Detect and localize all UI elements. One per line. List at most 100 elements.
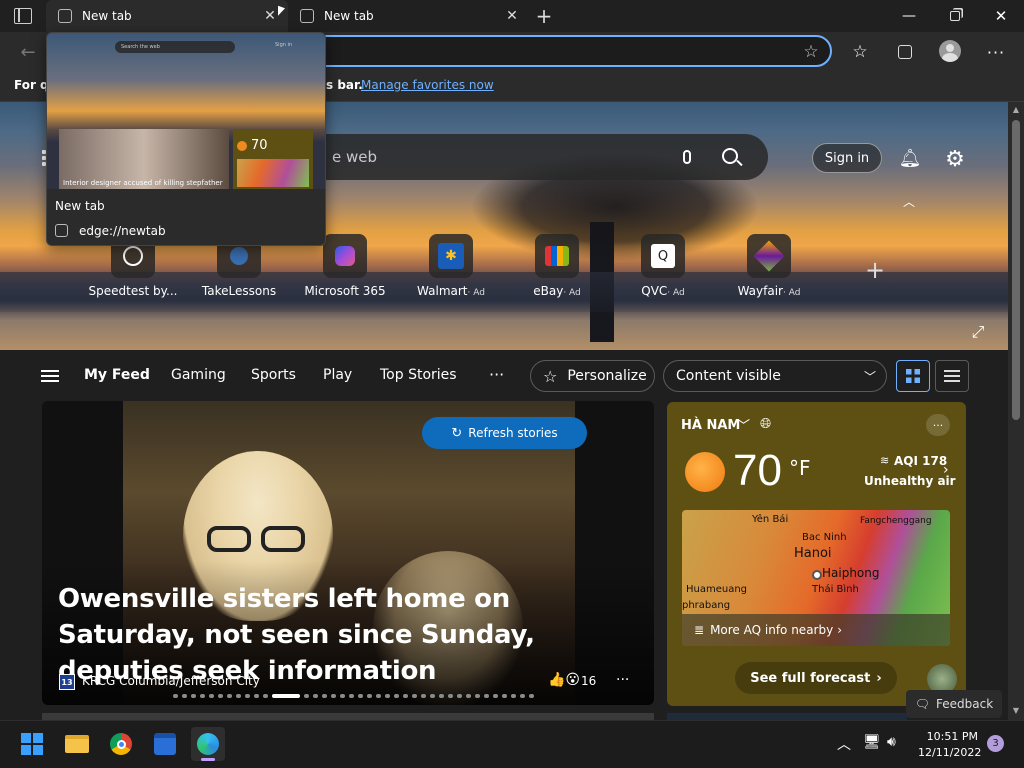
quick-link-qvc[interactable]: Q QVC· Ad [618,234,708,298]
aqi-chevron-right-icon[interactable]: › [943,462,949,478]
content-visibility-dropdown[interactable]: Content visible ﹀ [663,360,887,392]
close-tab-icon[interactable]: ✕ [260,6,280,26]
carousel-dot[interactable] [349,694,354,698]
show-hidden-icons-chevron-icon[interactable]: ︿ [837,734,851,754]
carousel-dot[interactable] [313,694,318,698]
new-tab-plus-icon[interactable]: + [532,4,556,28]
carousel-dot[interactable] [331,694,336,698]
restore-icon[interactable] [944,6,966,26]
carousel-dot[interactable] [209,694,214,698]
notifications-bell-icon[interactable]: 🔔︎ [898,146,922,170]
carousel-dot[interactable] [245,694,250,698]
scroll-down-arrow-icon[interactable]: ▼ [1011,706,1021,715]
weather-card[interactable]: HÀ NAM ﹀ 🌐︎ ··· 70 °F ≋ AQI 178 Unhealth… [667,402,966,706]
carousel-dot[interactable] [403,694,408,698]
carousel-dot[interactable] [484,694,489,698]
globe-icon[interactable]: 🌐︎ [760,416,771,432]
carousel-dot[interactable] [475,694,480,698]
carousel-dot[interactable] [502,694,507,698]
carousel-dot[interactable] [376,694,381,698]
carousel-dots[interactable] [173,694,534,698]
scroll-up-arrow-icon[interactable]: ▲ [1011,105,1021,114]
personalize-button[interactable]: ☆ Personalize [530,360,655,392]
top-story-card[interactable]: ↻ Refresh stories Owensville sisters lef… [42,401,654,705]
search-icon[interactable] [722,148,743,167]
feed-tab-my-feed[interactable]: My Feed [84,367,150,383]
carousel-dot[interactable] [322,694,327,698]
web-search-box[interactable]: e web [300,134,768,180]
carousel-dot[interactable] [191,694,196,698]
carousel-dot[interactable] [272,694,300,698]
clock-date[interactable]: 12/11/2022 [918,746,981,759]
carousel-dot[interactable] [358,694,363,698]
carousel-dot[interactable] [182,694,187,698]
grid-layout-icon[interactable] [896,360,930,392]
feed-tab-play[interactable]: Play [323,367,352,383]
carousel-dot[interactable] [218,694,223,698]
story-source[interactable]: KRCG Columbia/Jefferson City [82,674,260,688]
carousel-dot[interactable] [529,694,534,698]
location-chevron-down-icon[interactable]: ﹀ [737,415,750,434]
weather-more-icon[interactable]: ··· [926,414,950,436]
tab-new-tab-2[interactable]: New tab ✕ [288,0,530,32]
profile-avatar[interactable] [939,40,961,62]
carousel-dot[interactable] [200,694,205,698]
carousel-dot[interactable] [236,694,241,698]
tab-actions-icon[interactable] [14,8,32,24]
feed-tab-top-stories[interactable]: Top Stories [380,367,457,383]
add-favorite-star-icon[interactable]: ☆ [800,41,822,63]
notification-badge[interactable]: 3 [987,735,1004,752]
aqi-map[interactable]: Yên Bái Fangchenggang Bac Ninh Hanoi Hai… [682,510,950,646]
carousel-dot[interactable] [448,694,453,698]
carousel-dot[interactable] [367,694,372,698]
favorites-icon[interactable]: ☆ [848,40,872,64]
carousel-dot[interactable] [254,694,259,698]
quick-link-walmart[interactable]: ✱ Walmart· Ad [406,234,496,298]
page-settings-gear-icon[interactable]: ⚙ [942,146,968,172]
scroll-thumb[interactable] [1012,120,1020,420]
back-arrow-icon[interactable]: ← [16,40,40,64]
microphone-icon[interactable] [676,146,698,168]
carousel-dot[interactable] [304,694,309,698]
edge-icon[interactable] [191,727,225,761]
minimize-icon[interactable]: — [898,6,920,26]
carousel-dot[interactable] [493,694,498,698]
reactions-icon[interactable]: 👍😮 [548,672,580,688]
refresh-stories-button[interactable]: ↻ Refresh stories [422,417,587,449]
close-tab-icon[interactable]: ✕ [502,6,522,26]
expand-background-icon[interactable]: ⤢ [968,322,988,342]
quick-link-ebay[interactable]: eBay· Ad [512,234,602,298]
carousel-dot[interactable] [263,694,268,698]
feed-menu-icon[interactable] [41,370,59,382]
carousel-dot[interactable] [439,694,444,698]
collections-icon[interactable] [893,40,917,64]
collapse-chevron-up-icon[interactable]: ︿ [900,194,918,209]
settings-more-icon[interactable]: ··· [984,40,1008,64]
quick-link-wayfair[interactable]: Wayfair· Ad [724,234,814,298]
windows-start-icon[interactable] [15,727,49,761]
carousel-dot[interactable] [340,694,345,698]
weather-location[interactable]: HÀ NAM [681,418,740,433]
address-bar[interactable]: ☆ [300,35,832,67]
story-more-icon[interactable]: ··· [616,672,629,688]
carousel-dot[interactable] [430,694,435,698]
feed-more-icon[interactable]: ··· [489,365,504,384]
add-quick-link-icon[interactable]: + [864,256,886,284]
carousel-dot[interactable] [421,694,426,698]
feed-tab-gaming[interactable]: Gaming [171,367,226,383]
calendar-app-icon[interactable] [148,727,182,761]
carousel-dot[interactable] [511,694,516,698]
list-layout-icon[interactable] [935,360,969,392]
carousel-dot[interactable] [520,694,525,698]
close-window-icon[interactable]: ✕ [990,6,1012,26]
tab-new-tab-1[interactable]: New tab ✕ [46,0,288,32]
manage-favorites-link[interactable]: Manage favorites now [361,78,494,92]
vertical-scrollbar[interactable]: ▲ ▼ [1008,102,1024,720]
clock-time[interactable]: 10:51 PM [922,730,978,743]
see-full-forecast-button[interactable]: See full forecast › [735,662,897,694]
feedback-button[interactable]: 🗨︎ Feedback [906,690,1002,718]
carousel-dot[interactable] [227,694,232,698]
feed-tab-sports[interactable]: Sports [251,367,296,383]
carousel-dot[interactable] [394,694,399,698]
chrome-icon[interactable] [104,727,138,761]
